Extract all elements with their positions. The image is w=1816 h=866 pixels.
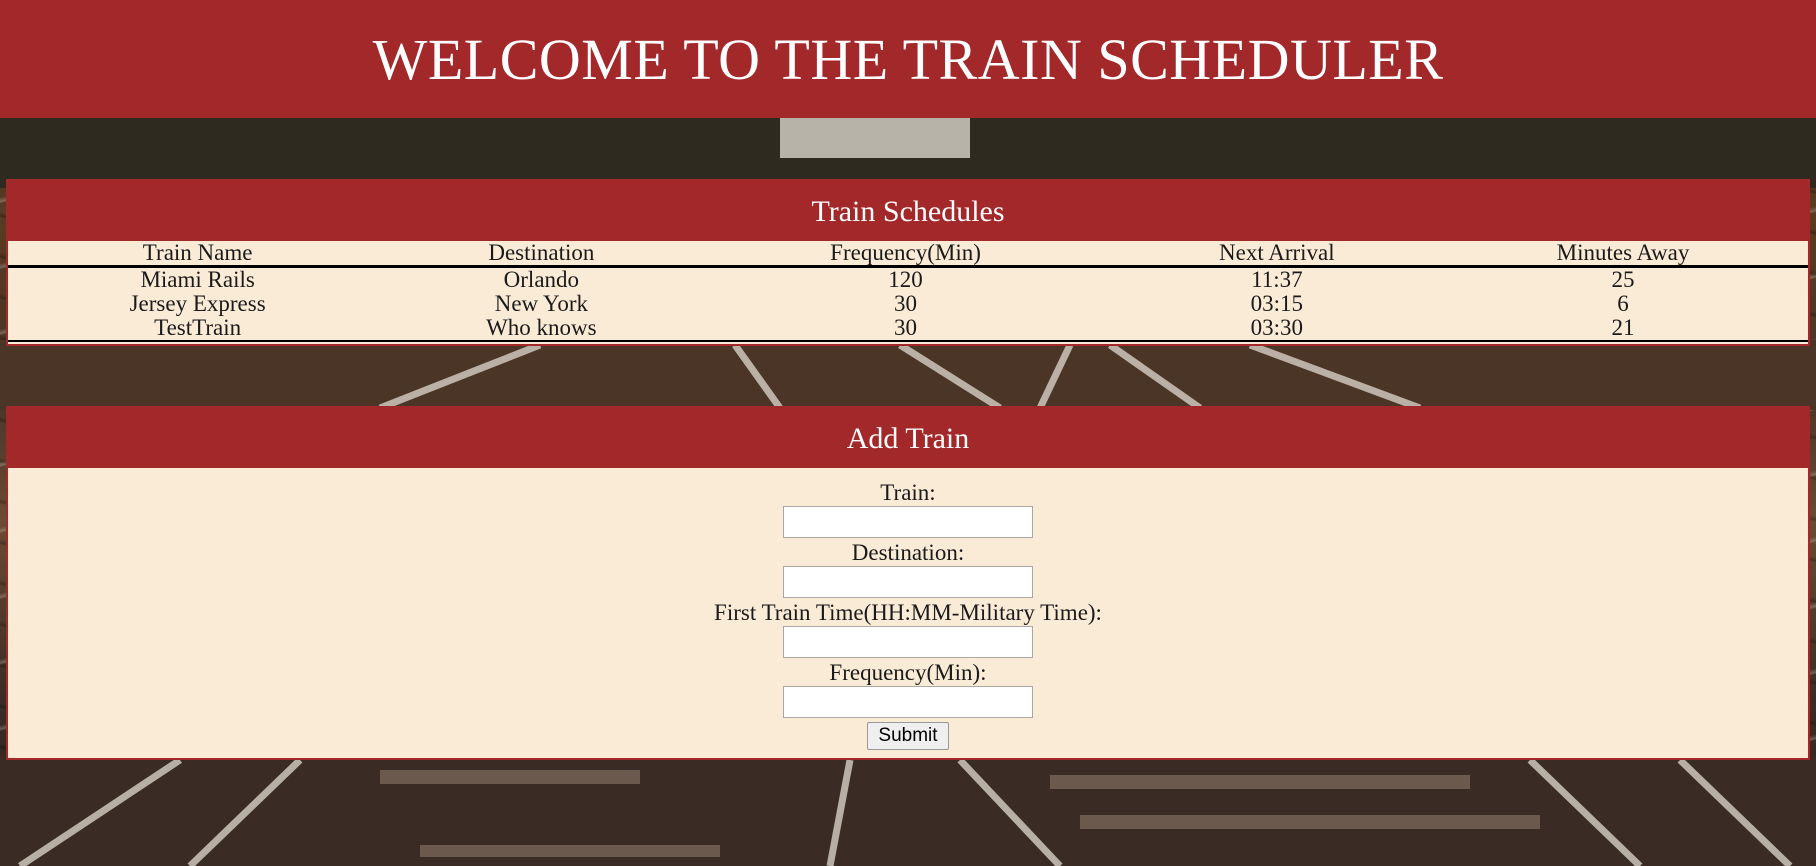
page-title: WELCOME TO THE TRAIN SCHEDULER [372, 26, 1444, 92]
destination-input[interactable] [783, 566, 1033, 598]
column-header-destination: Destination [387, 241, 696, 268]
cell-next-arrival: 03:30 [1115, 316, 1438, 342]
first-train-time-input[interactable] [783, 626, 1033, 658]
cell-next-arrival: 11:37 [1251, 267, 1303, 292]
cell-minutes-away: 6 [1617, 291, 1629, 316]
cell-train-name: TestTrain [8, 316, 388, 342]
add-train-panel: Add Train Train: Destination: First Trai… [6, 406, 1810, 760]
cell-train-name: Miami Rails [140, 267, 255, 292]
add-train-form: Train: Destination: First Train Time(HH:… [8, 468, 1808, 750]
cell-frequency: 30 [695, 316, 1116, 342]
cell-train-name: Jersey Express [129, 291, 266, 316]
cell-destination: Orlando [503, 267, 580, 292]
cell-next-arrival: 03:15 [1250, 291, 1304, 316]
table-row: Jersey Express New York 30 03:15 6 [8, 292, 1808, 316]
destination-label: Destination: [851, 540, 965, 565]
train-label: Train: [880, 480, 936, 505]
train-schedules-heading: Train Schedules [8, 181, 1808, 241]
frequency-label: Frequency(Min): [829, 660, 987, 685]
train-schedules-panel: Train Schedules Train Name Destination F… [6, 179, 1810, 346]
cell-destination: New York [494, 291, 588, 316]
column-header-minutes-away: Minutes Away [1437, 241, 1808, 268]
table-row: Miami Rails Orlando 120 11:37 25 [8, 267, 1808, 293]
first-train-time-label: First Train Time(HH:MM-Military Time): [714, 600, 1102, 625]
cell-frequency: 120 [888, 267, 923, 292]
train-schedule-table: Train Name Destination Frequency(Min) Ne… [8, 241, 1808, 342]
frequency-input[interactable] [783, 686, 1033, 718]
cell-minutes-away: 25 [1611, 267, 1635, 292]
train-input[interactable] [783, 506, 1033, 538]
cell-frequency: 30 [894, 291, 918, 316]
cell-minutes-away: 21 [1437, 316, 1808, 342]
table-row: TestTrain Who knows 30 03:30 21 [8, 316, 1808, 342]
column-header-train-name: Train Name [8, 241, 388, 268]
table-header-row: Train Name Destination Frequency(Min) Ne… [8, 241, 1808, 268]
add-train-heading: Add Train [8, 408, 1808, 468]
submit-button[interactable]: Submit [867, 722, 949, 750]
cell-destination: Who knows [387, 316, 696, 342]
column-header-next-arrival: Next Arrival [1115, 241, 1438, 268]
column-header-frequency: Frequency(Min) [695, 241, 1116, 268]
page-header: WELCOME TO THE TRAIN SCHEDULER [0, 0, 1816, 118]
